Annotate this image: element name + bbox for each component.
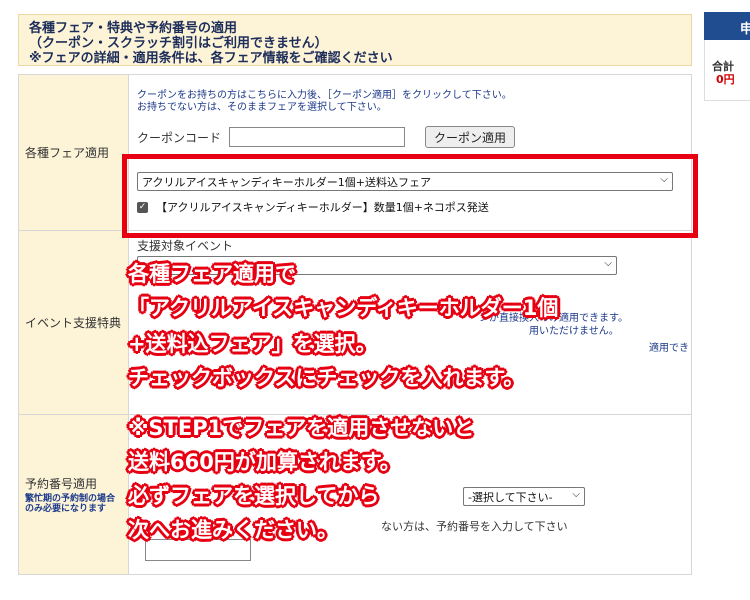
order-side-panel-header: 申 <box>704 12 750 40</box>
total-value: 0円 <box>716 73 735 86</box>
section-header: 各種フェア・特典や予約番号の適用 （クーポン・スクラッチ割引はご利用できません）… <box>18 14 692 66</box>
reservation-select-value: -選択して下さい- <box>468 491 553 504</box>
reservation-label-cell: 予約番号適用 繁忙期の予約制の場合のみ必要になります <box>18 414 129 575</box>
coupon-divider <box>137 156 683 158</box>
fair-select-value: アクリルアイスキャンディキーホルダー1個+送料込フェア <box>142 176 432 189</box>
overlay-text-4: チェックボックスにチェックを入れます。 <box>128 366 525 390</box>
coupon-row: クーポンコード クーポン適用 <box>137 126 683 148</box>
chevron-down-icon: ⌵ <box>660 174 668 185</box>
coupon-code-input[interactable] <box>229 127 406 147</box>
fair-row: 各種フェア適用 クーポンをお持ちの方はこちらに入力後、［クーポン適用］をクリック… <box>18 74 692 231</box>
event-note-2: 用いただけません。 <box>529 326 619 337</box>
overlay-text-1: 各種フェア適用で <box>128 262 296 286</box>
side-panel-title: 申 <box>740 22 750 37</box>
fair-checkbox-label: 【アクリルアイスキャンディキーホルダー】数量1個+ネコポス発送 <box>156 201 489 214</box>
fair-select[interactable]: アクリルアイスキャンディキーホルダー1個+送料込フェア ⌵ <box>137 172 673 191</box>
header-subtitle: （クーポン・スクラッチ割引はご利用できません） <box>29 36 328 51</box>
event-label-cell: イベント支援特典 <box>18 230 129 415</box>
fair-label: 各種フェア適用 <box>25 146 110 160</box>
fair-option-row: ✓ 【アクリルアイスキャンディキーホルダー】数量1個+ネコポス発送 <box>137 199 683 215</box>
overlay-text-3: +送料込フェア」を選択。 <box>128 332 377 356</box>
chevron-down-icon: ⌵ <box>604 258 612 269</box>
fair-content-cell: クーポンをお持ちの方はこちらに入力後、［クーポン適用］をクリックして下さい。 お… <box>128 74 692 231</box>
overlay-text-6: 送料660円が加算されます。 <box>128 450 401 474</box>
fair-checkbox[interactable]: ✓ <box>137 201 148 213</box>
reservation-sub-note: 繁忙期の予約制の場合のみ必要になります <box>25 494 116 514</box>
header-title: 各種フェア・特典や予約番号の適用 <box>29 21 238 36</box>
event-note-3: 適用でき <box>649 343 689 354</box>
header-note: ※フェアの詳細・適用条件は、各フェア情報をご確認ください <box>29 51 393 66</box>
event-label: イベント支援特典 <box>25 316 122 330</box>
reservation-label: 予約番号適用 <box>25 477 98 491</box>
overlay-text-7: 必ずフェアを選択してから <box>128 484 380 508</box>
apply-coupon-button[interactable]: クーポン適用 <box>425 126 516 148</box>
coupon-instruction: クーポンをお持ちの方はこちらに入力後、［クーポン適用］をクリックして下さい。 <box>137 90 512 101</box>
overlay-text-8: 次へお進みください。 <box>128 518 338 542</box>
chevron-down-icon: ⌵ <box>572 489 580 500</box>
reservation-select[interactable]: -選択して下さい- ⌵ <box>463 487 585 506</box>
coupon-instruction-2: お持ちでない方は、そのままフェアを選択して下さい。 <box>137 102 387 113</box>
event-target-label: 支援対象イベント <box>137 239 234 253</box>
reservation-note: ない方は、予約番号を入力して下さい <box>381 520 568 533</box>
fair-label-cell: 各種フェア適用 <box>18 74 129 231</box>
overlay-text-2: 「アクリルアイスキャンディキーホルダー1個 <box>128 296 559 320</box>
coupon-code-label: クーポンコード <box>137 130 222 145</box>
overlay-text-5: ※STEP1でフェアを適用させないと <box>128 416 475 440</box>
